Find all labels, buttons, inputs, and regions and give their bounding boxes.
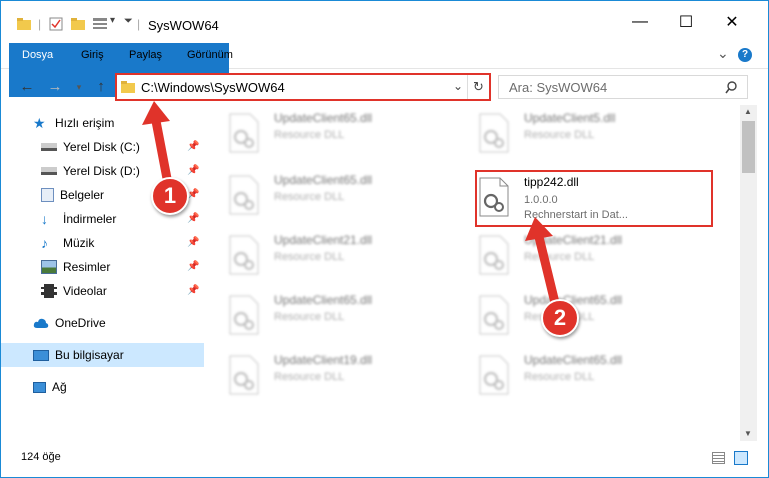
explorer-window: | ▾ ⏷ | SysWOW64 — ☐ ✕ Dosya Giriş Payla…	[0, 0, 769, 478]
callout-1: 1	[151, 177, 189, 215]
arrow-2-head	[525, 217, 553, 241]
callout-2: 2	[541, 299, 579, 337]
arrow-1-head	[142, 101, 170, 125]
annotation-arrows	[142, 101, 562, 316]
